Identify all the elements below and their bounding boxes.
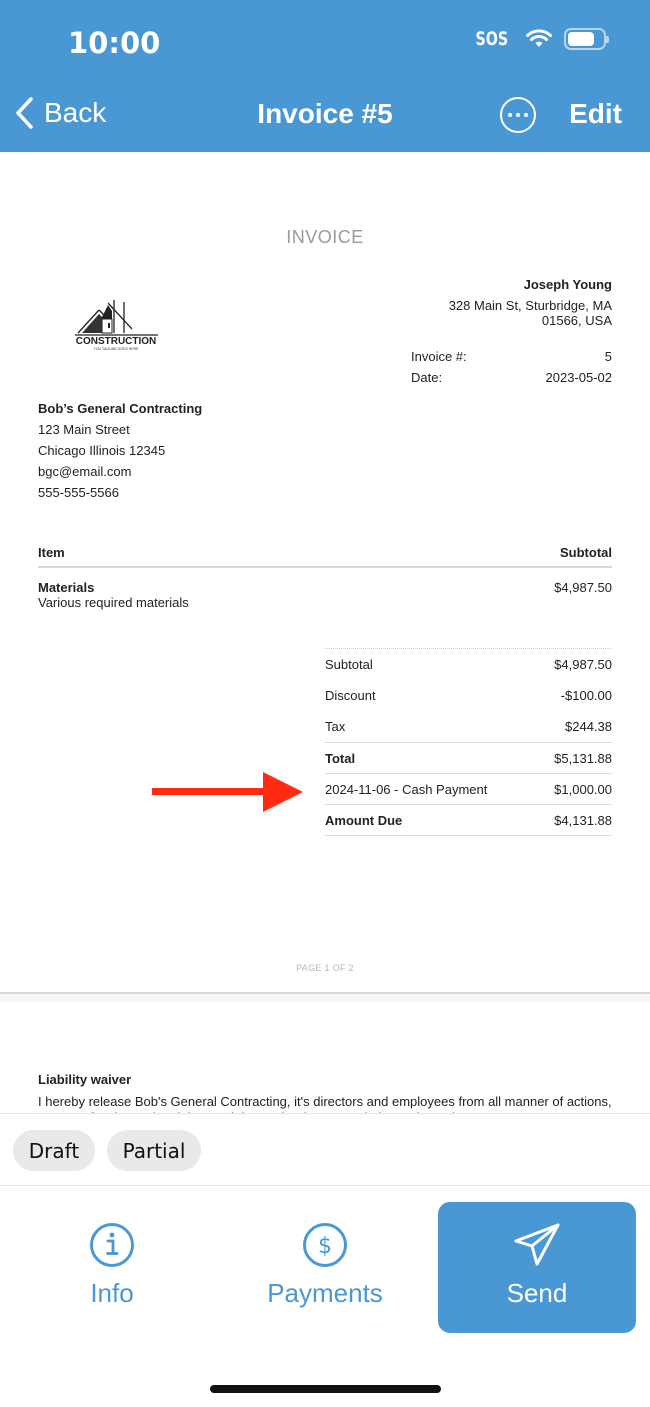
waiver-title: Liability waiver [38,1072,132,1087]
totals-value: -$100.00 [560,688,612,703]
invoice-screen: 10:00 SOS Back Invoice #5 Edit INVOICE C… [0,0,650,1407]
status-time: 10:00 [68,26,161,60]
invoice-document[interactable]: INVOICE CONSTRUCTION YOU TAGLINE GOES HE… [0,152,650,1114]
client-info: Joseph Young 328 Main St, Sturbridge, MA… [449,277,612,328]
totals-label: Subtotal [325,657,373,672]
item-details: Materials Various required materials [38,580,189,610]
items-table-header: Item Subtotal [38,545,612,568]
totals-row-payment: 2024-11-06 - Cash Payment $1,000.00 [325,773,612,804]
payments-label: Payments [267,1278,383,1308]
totals-label: Discount [325,688,376,703]
payments-button[interactable]: $ Payments [225,1202,425,1333]
client-name: Joseph Young [523,277,612,292]
logo-tagline: YOU TAGLINE GOES HERE [94,347,140,351]
info-icon [90,1223,134,1267]
document-heading: INVOICE [286,227,364,247]
meta-row-date: Date: 2023-05-02 [411,370,612,391]
send-button[interactable]: Send [438,1202,636,1333]
dollar-icon: $ [303,1223,347,1267]
status-tags-bar: Draft Partial [0,1113,650,1186]
send-label: Send [506,1278,568,1308]
totals-value: $5,131.88 [554,750,612,766]
header: 10:00 SOS Back Invoice #5 Edit [0,0,650,152]
annotation-arrow-icon [152,772,303,812]
totals-label: 2024-11-06 - Cash Payment [325,781,488,797]
totals-bottom-rule [325,835,612,836]
column-header-subtotal: Subtotal [560,545,612,560]
company-city: Chicago Illinois 12345 [38,443,166,458]
totals-row-discount: Discount -$100.00 [325,680,612,711]
item-description: Various required materials [38,595,189,610]
more-dot [524,113,528,117]
item-subtotal: $4,987.50 [554,580,612,595]
totals-row-amount-due: Amount Due $4,131.88 [325,804,612,835]
sos-indicator: SOS [475,27,509,50]
totals-value: $4,987.50 [554,657,612,672]
table-row: Materials Various required materials $4,… [38,580,612,610]
totals-row-tax: Tax $244.38 [325,711,612,742]
page-divider-shadow [0,994,650,1002]
totals-table: Subtotal $4,987.50 Discount -$100.00 Tax… [325,648,612,836]
meta-label: Invoice #: [411,349,467,364]
svg-text:$: $ [318,1234,332,1259]
company-email: bgc@email.com [38,464,132,479]
totals-value: $4,131.88 [554,812,612,828]
battery-level [568,32,594,46]
meta-value: 5 [604,349,612,364]
totals-value: $244.38 [565,719,612,734]
company-phone: 555-555-5566 [38,485,119,500]
battery-icon [564,28,609,50]
totals-label: Amount Due [325,812,403,828]
tag-draft[interactable]: Draft [13,1130,95,1171]
waiver-text: I hereby release Bob's General Contracti… [38,1094,612,1114]
meta-row-invoice-number: Invoice #: 5 [411,349,612,370]
send-icon [514,1223,560,1266]
edit-button[interactable]: Edit [569,98,622,130]
status-icons: SOS [470,27,609,50]
client-address-line1: 328 Main St, Sturbridge, MA [448,298,612,313]
totals-value: $1,000.00 [554,781,612,797]
company-info: Bob’s General Contracting 123 Main Stree… [38,398,202,503]
page-indicator: PAGE 1 OF 2 [296,963,354,973]
info-label: Info [90,1278,134,1308]
totals-row-total: Total $5,131.88 [325,742,612,773]
page-title: Invoice #5 [257,98,393,129]
tag-partial[interactable]: Partial [107,1130,201,1171]
more-dot [508,113,512,117]
client-address-line2: 01566, USA [541,313,612,328]
item-name: Materials [38,580,95,595]
company-street: 123 Main Street [38,422,130,437]
meta-value: 2023-05-02 [545,370,613,385]
totals-row-subtotal: Subtotal $4,987.50 [325,649,612,680]
more-options-button[interactable] [500,97,536,133]
company-name: Bob’s General Contracting [38,401,203,416]
home-indicator[interactable] [210,1385,441,1393]
column-header-item: Item [38,545,65,560]
wifi-icon [526,29,552,47]
carrier-label: SOS [475,27,509,50]
more-dot [516,113,520,117]
totals-label: Tax [325,719,346,734]
meta-label: Date: [411,370,443,385]
totals-label: Total [325,750,356,766]
info-button[interactable]: Info [12,1202,212,1333]
company-logo: CONSTRUCTION YOU TAGLINE GOES HERE [75,300,158,351]
logo-text: CONSTRUCTION [76,336,157,347]
invoice-meta: Invoice #: 5 Date: 2023-05-02 [411,349,612,391]
